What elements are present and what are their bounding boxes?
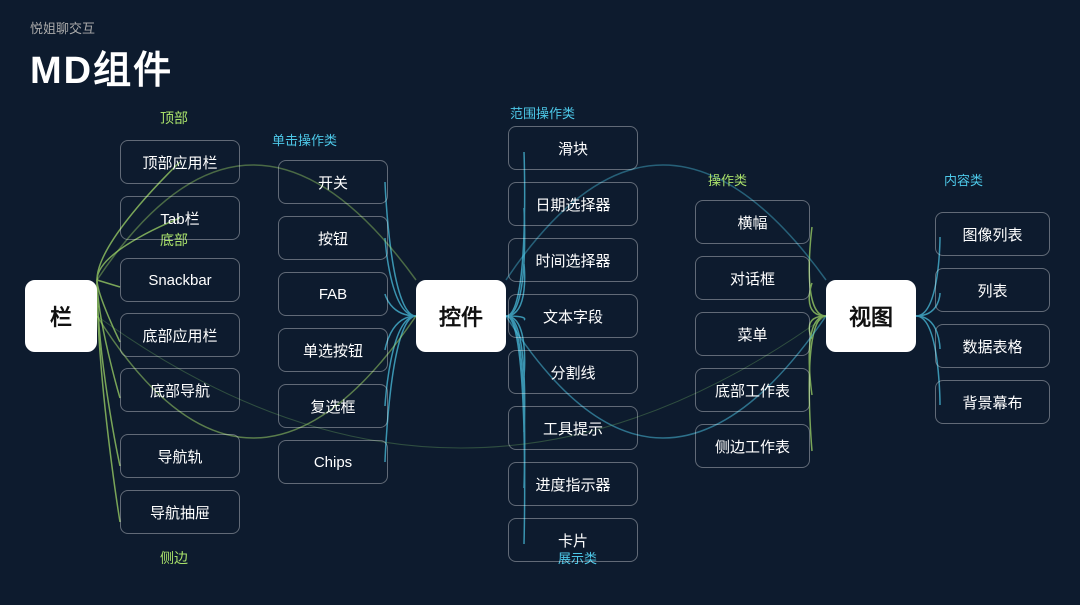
node-fuxuan-kuang: 复选框 — [278, 384, 388, 428]
node-ceping-gongzuobiao: 侧边工作表 — [695, 424, 810, 468]
node-beijing-mubu: 背景幕布 — [935, 380, 1050, 424]
cat-label-op: 操作类 — [708, 170, 747, 189]
node-tupian-liebiao: 图像列表 — [935, 212, 1050, 256]
header: 悦姐聊交互 MD组件 — [30, 18, 173, 94]
node-riqi-xuanzeqi: 日期选择器 — [508, 182, 638, 226]
node-liebiao: 列表 — [935, 268, 1050, 312]
node-kapian: 卡片 — [508, 518, 638, 562]
node-shijian-xuanzeqi: 时间选择器 — [508, 238, 638, 282]
node-huakuai: 滑块 — [508, 126, 638, 170]
hub-lan: 栏 — [25, 280, 97, 352]
node-jindu-zhishiqi: 进度指示器 — [508, 462, 638, 506]
node-dibu-daohang: 底部导航 — [120, 368, 240, 412]
node-hengfu: 横幅 — [695, 200, 810, 244]
node-kaiguan: 开关 — [278, 160, 388, 204]
node-tab-lan: Tab栏 — [120, 196, 240, 240]
cat-label-content: 内容类 — [944, 170, 983, 189]
node-chips: Chips — [278, 440, 388, 484]
header-subtitle: 悦姐聊交互 — [30, 18, 173, 37]
cat-label-side: 侧边 — [160, 548, 188, 568]
node-snackbar: Snackbar — [120, 258, 240, 302]
hub-kongzhi: 控件 — [416, 280, 506, 352]
node-duihuakuang: 对话框 — [695, 256, 810, 300]
cat-label-top: 顶部 — [160, 108, 188, 128]
node-caidan: 菜单 — [695, 312, 810, 356]
node-wenben-ziduan: 文本字段 — [508, 294, 638, 338]
cat-label-range: 范围操作类 — [510, 103, 575, 122]
node-daohang-gui: 导航轨 — [120, 434, 240, 478]
node-dingbu-yingyonglan: 顶部应用栏 — [120, 140, 240, 184]
hub-shitu: 视图 — [826, 280, 916, 352]
node-fengexian: 分割线 — [508, 350, 638, 394]
node-dibu-gongzuobiao: 底部工作表 — [695, 368, 810, 412]
node-anniu: 按钮 — [278, 216, 388, 260]
node-shuju-biaoge: 数据表格 — [935, 324, 1050, 368]
node-danxuan-anniu: 单选按钮 — [278, 328, 388, 372]
node-gongju-tishi: 工具提示 — [508, 406, 638, 450]
node-daohang-chuti: 导航抽屉 — [120, 490, 240, 534]
node-fab: FAB — [278, 272, 388, 316]
node-dibu-yingyonglan: 底部应用栏 — [120, 313, 240, 357]
cat-label-single: 单击操作类 — [272, 130, 337, 149]
header-title: MD组件 — [30, 39, 173, 94]
